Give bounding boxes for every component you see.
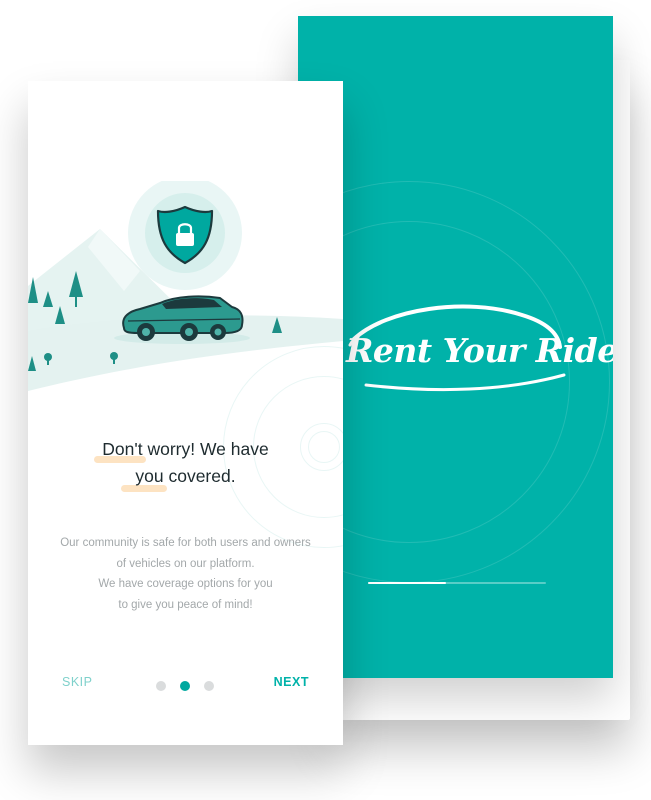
mockup-stage: Rent Your Ride Don't worry! We have you … bbox=[0, 0, 651, 800]
headline-word-you: you bbox=[135, 466, 164, 486]
description-line-4: to give you peace of mind! bbox=[118, 598, 253, 611]
page-dot-3[interactable] bbox=[204, 681, 214, 691]
headline-text-1: worry! We have bbox=[142, 439, 269, 459]
page-dot-2[interactable] bbox=[180, 681, 190, 691]
page-indicator bbox=[156, 681, 214, 691]
skip-button[interactable]: SKIP bbox=[62, 675, 93, 689]
onboarding-screen: Don't worry! We have you covered. Our co… bbox=[28, 81, 343, 745]
headline-line-1: Don't worry! We have bbox=[28, 436, 343, 463]
highlight-bar-2 bbox=[121, 485, 168, 492]
splash-screen: Rent Your Ride bbox=[298, 16, 613, 678]
onboarding-description: Our community is safe for both users and… bbox=[38, 533, 333, 615]
headline-word-dont: Don't bbox=[102, 439, 143, 459]
headline-highlight-2: you bbox=[121, 463, 168, 492]
headline-line-2: you covered. bbox=[28, 463, 343, 492]
description-line-2: of vehicles on our platform. bbox=[116, 557, 255, 570]
safety-illustration bbox=[28, 181, 343, 391]
headline-text-2: covered. bbox=[163, 466, 236, 486]
headline-highlight-1: Don't bbox=[94, 436, 147, 463]
onboarding-headline: Don't worry! We have you covered. bbox=[28, 436, 343, 492]
description-line-3: We have coverage options for you bbox=[98, 578, 273, 590]
loading-progress-bar bbox=[368, 582, 546, 584]
loading-progress-fill bbox=[368, 582, 447, 584]
logo-wordmark: Rent Your Ride bbox=[346, 331, 613, 370]
next-button[interactable]: NEXT bbox=[274, 675, 309, 689]
rent-your-ride-logo: Rent Your Ride bbox=[346, 301, 613, 401]
description-line-1: Our community is safe for both users and… bbox=[60, 537, 311, 549]
page-dot-1[interactable] bbox=[156, 681, 166, 691]
